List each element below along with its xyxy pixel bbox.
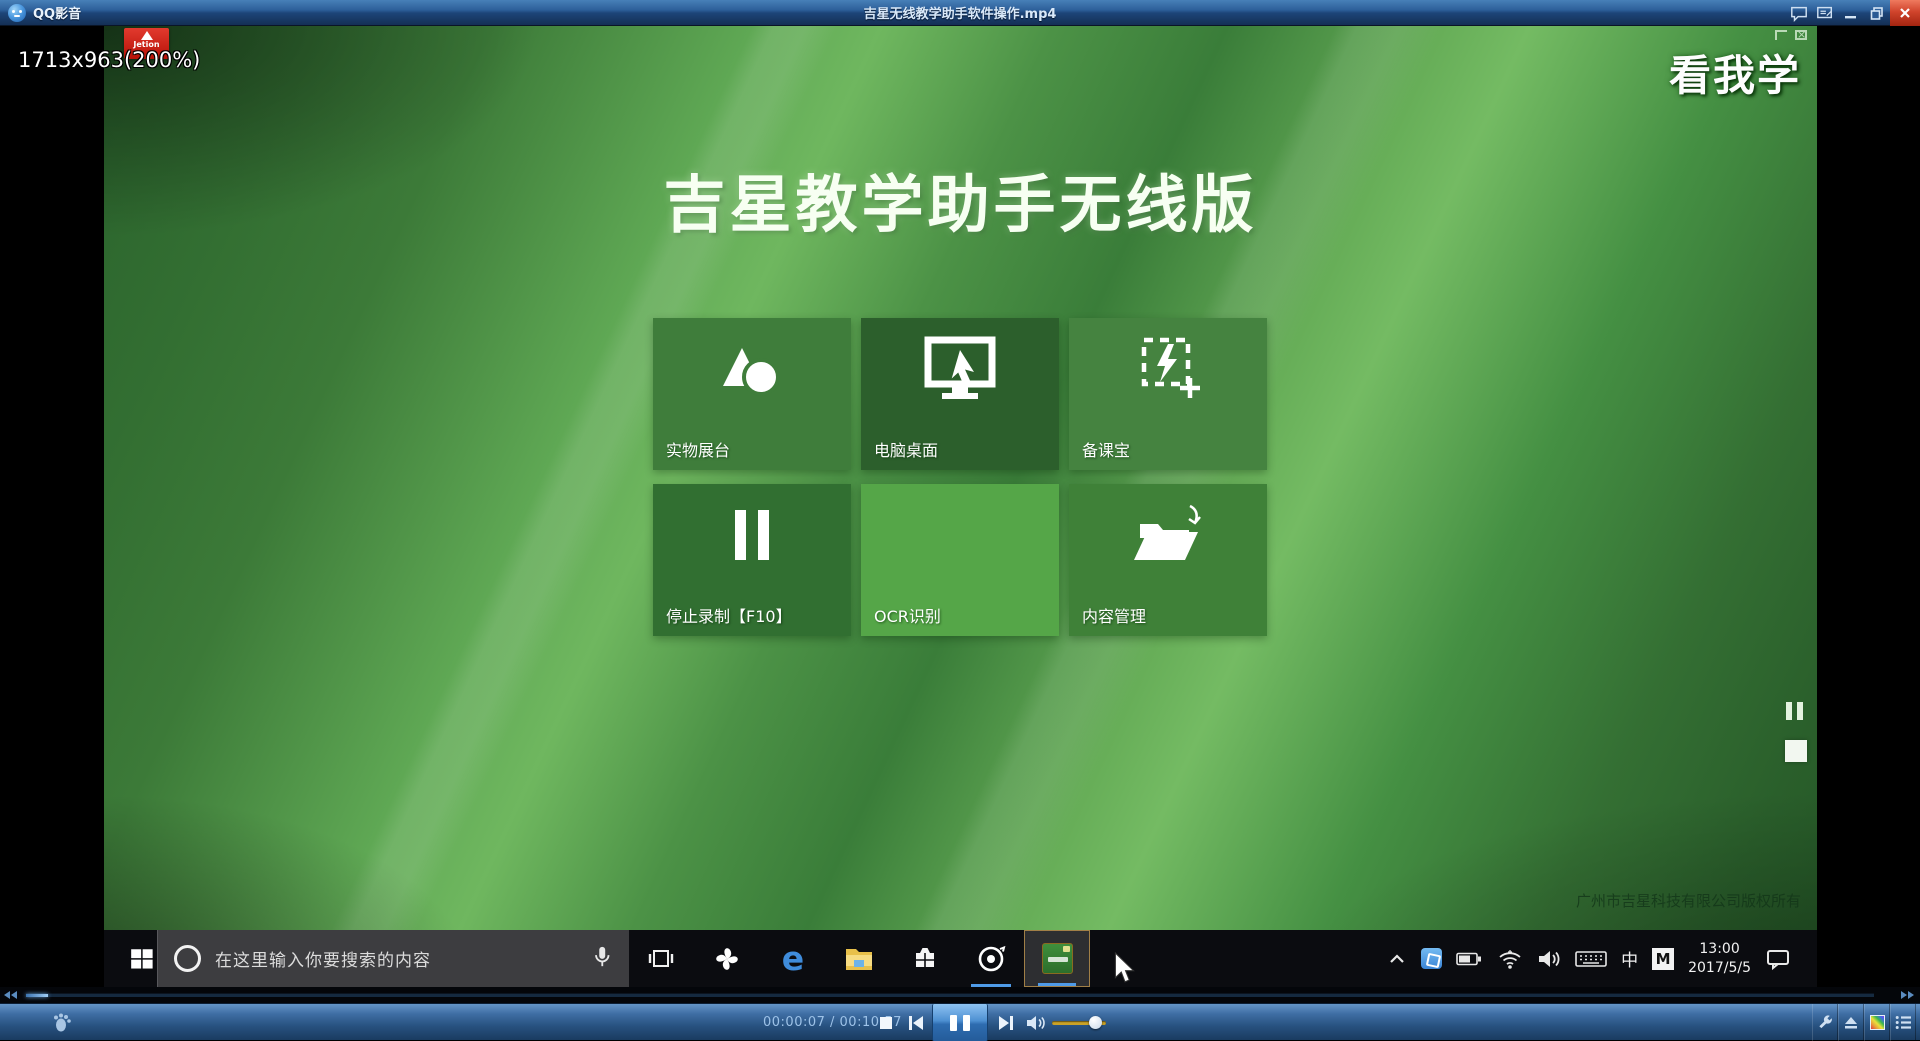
file-explorer-button[interactable] [826, 930, 892, 987]
capture-lightning-icon [1130, 332, 1206, 412]
open-folder-icon [1126, 498, 1210, 578]
windows-taskbar: 在这里输入你要搜索的内容 [104, 930, 1817, 987]
battery-icon[interactable] [1456, 949, 1483, 969]
file-explorer-icon [843, 945, 875, 973]
task-view-icon [647, 946, 675, 972]
mini-mode-icon[interactable] [1812, 0, 1838, 26]
seek-bar[interactable] [26, 993, 1874, 997]
tray-clock[interactable]: 13:00 2017/5/5 [1688, 940, 1751, 978]
action-center-icon[interactable] [1765, 947, 1791, 971]
task-view-button[interactable] [628, 930, 694, 987]
volume-mute-button[interactable] [1022, 1004, 1050, 1041]
edge-icon: e [782, 942, 804, 975]
inner-app-restore-icon[interactable] [1775, 30, 1787, 40]
record-circle-icon [976, 944, 1006, 974]
inner-app-window-controls [1775, 30, 1807, 40]
stop-button[interactable] [872, 1004, 900, 1041]
footprint-shortcut-icon[interactable] [52, 1012, 74, 1038]
clock-time: 13:00 [1699, 941, 1739, 957]
minimize-button[interactable] [1838, 0, 1864, 26]
monitor-cursor-icon [920, 332, 1000, 412]
taskbar-search-input[interactable]: 在这里输入你要搜索的内容 [157, 930, 629, 987]
seek-forward-icon[interactable] [1901, 991, 1914, 999]
feedback-bubble-icon[interactable] [1786, 0, 1812, 26]
pause-button[interactable] [932, 1004, 988, 1041]
previous-button[interactable] [902, 1004, 930, 1041]
tile-content-management[interactable]: 内容管理 [1069, 484, 1267, 636]
touch-keyboard-icon[interactable] [1575, 948, 1607, 970]
video-display-area[interactable]: Jetion 1713x963(200%) 看我学 吉星教学助手无线版 实物展台 [0, 26, 1920, 987]
seek-bar-row [0, 987, 1920, 1003]
next-button[interactable] [992, 1004, 1020, 1041]
seek-progress-fill [26, 994, 48, 997]
tile-computer-desktop[interactable]: 电脑桌面 [861, 318, 1059, 470]
store-icon [911, 945, 939, 973]
speaker-icon[interactable] [1537, 949, 1561, 969]
tile-grid: 实物展台 电脑桌面 [653, 318, 1267, 636]
store-button[interactable] [892, 930, 958, 987]
tray-app-icon[interactable] [1421, 948, 1442, 969]
video-effects-icon[interactable] [1864, 1004, 1890, 1041]
ime-language-indicator[interactable]: 中 [1621, 946, 1638, 971]
close-button[interactable] [1890, 0, 1920, 26]
tile-stop-recording[interactable]: 停止录制【F10】 [653, 484, 851, 636]
teaching-app-button[interactable] [1024, 930, 1090, 987]
inner-app-close-icon[interactable] [1795, 30, 1807, 40]
seek-back-icon[interactable] [4, 991, 17, 999]
qq-player-logo-icon[interactable] [8, 4, 26, 22]
video-file-title: 吉星无线教学助手软件操作.mp4 [0, 3, 1920, 22]
app-name: QQ影音 [33, 3, 81, 22]
tile-document-camera[interactable]: 实物展台 [653, 318, 851, 470]
pinwheel-icon [712, 944, 742, 974]
playlist-icon[interactable] [1890, 1004, 1916, 1041]
tray-chevron-up-icon[interactable] [1387, 951, 1407, 967]
side-stop-icon[interactable] [1785, 740, 1807, 762]
settings-wrench-icon[interactable] [1812, 1004, 1838, 1041]
channel-watermark: 看我学 [1669, 42, 1801, 103]
edge-browser-button[interactable]: e [760, 930, 826, 987]
windows-logo-icon [129, 946, 155, 972]
copyright-text: 广州市吉星科技有限公司版权所有 [1576, 890, 1801, 911]
volume-slider[interactable] [1052, 1004, 1106, 1041]
ime-mode-indicator[interactable]: M [1652, 948, 1674, 970]
mouse-cursor [1112, 952, 1138, 988]
qq-player-window: QQ影音 吉星无线教学助手软件操作.mp4 Jeti [0, 0, 1920, 1040]
microphone-icon[interactable] [591, 944, 613, 974]
teaching-assistant-title: 吉星教学助手无线版 [104, 154, 1817, 244]
side-pause-icon[interactable] [1786, 702, 1803, 720]
tile-lesson-prep[interactable]: 备课宝 [1069, 318, 1267, 470]
resolution-overlay: 1713x963(200%) [18, 48, 200, 72]
pinwheel-app-button[interactable] [694, 930, 760, 987]
eject-open-file-icon[interactable] [1838, 1004, 1864, 1041]
cortana-icon[interactable] [174, 945, 201, 972]
wifi-icon[interactable] [1497, 948, 1523, 970]
clock-date: 2017/5/5 [1688, 960, 1751, 976]
pause-icon [719, 498, 785, 578]
volume-knob[interactable] [1089, 1016, 1102, 1029]
title-bar: QQ影音 吉星无线教学助手软件操作.mp4 [0, 0, 1920, 26]
restore-button[interactable] [1864, 0, 1890, 26]
recorder-app-button[interactable] [958, 930, 1024, 987]
player-control-bar: 00:00:07 / 00:10:57 [0, 1003, 1920, 1040]
teaching-app-icon [1042, 943, 1073, 974]
jetion-mark-icon [141, 31, 153, 40]
tile-ocr[interactable]: OCR OCR识别 [861, 484, 1059, 636]
shapes-icon [716, 332, 788, 412]
